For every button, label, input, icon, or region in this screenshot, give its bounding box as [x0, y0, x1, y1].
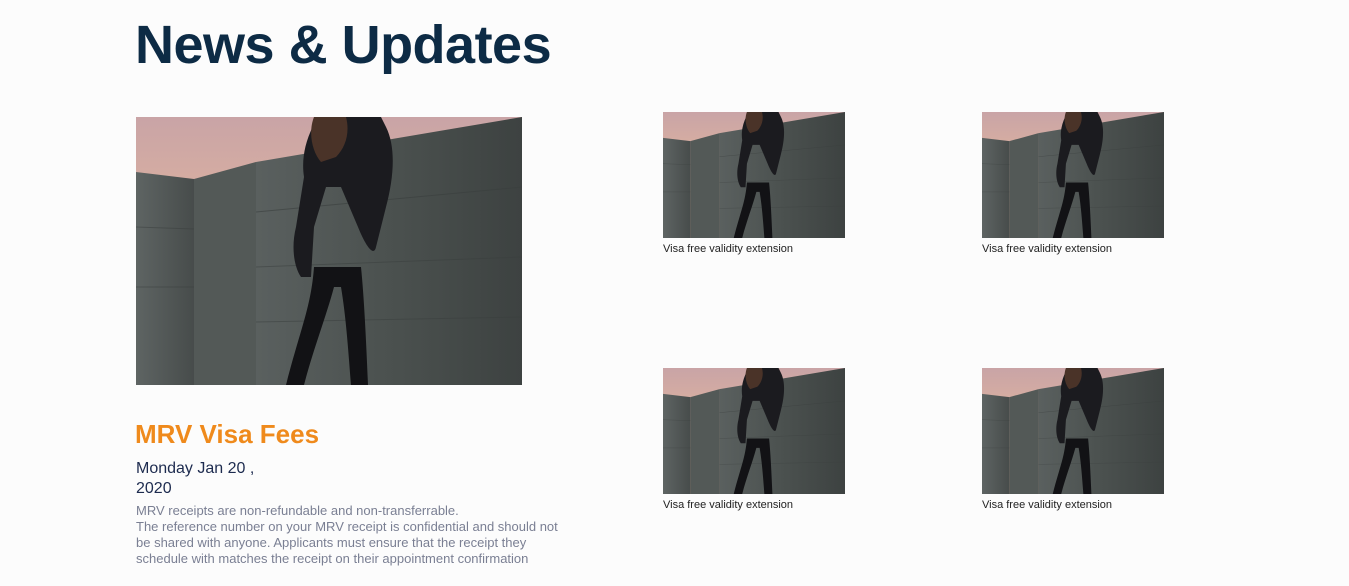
- featured-excerpt: MRV receipts are non-refundable and non-…: [136, 503, 558, 566]
- featured-title[interactable]: MRV Visa Fees: [135, 418, 319, 450]
- news-card-image[interactable]: [663, 368, 845, 494]
- news-card-caption[interactable]: Visa free validity extension: [663, 498, 845, 512]
- news-card[interactable]: Visa free validity extension: [663, 112, 845, 256]
- news-updates-section: News & Updates MRV Visa Fees Monday Jan …: [0, 0, 1349, 586]
- section-title: News & Updates: [135, 15, 552, 75]
- news-card[interactable]: Visa free validity extension: [982, 368, 1164, 512]
- news-card-caption[interactable]: Visa free validity extension: [982, 242, 1164, 256]
- news-card-image[interactable]: [663, 112, 845, 238]
- news-card-caption[interactable]: Visa free validity extension: [663, 242, 845, 256]
- news-card[interactable]: Visa free validity extension: [982, 112, 1164, 256]
- featured-image[interactable]: [136, 117, 522, 385]
- news-card-caption[interactable]: Visa free validity extension: [982, 498, 1164, 512]
- featured-date: Monday Jan 20 , 2020: [136, 460, 255, 497]
- news-card[interactable]: Visa free validity extension: [663, 368, 845, 512]
- news-card-image[interactable]: [982, 112, 1164, 238]
- news-card-image[interactable]: [982, 368, 1164, 494]
